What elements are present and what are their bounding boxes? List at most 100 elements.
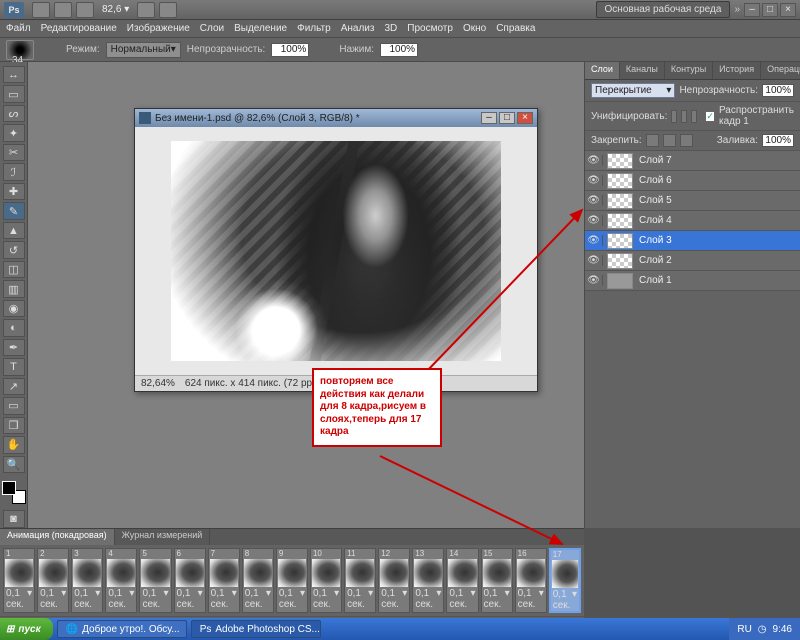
frame-duration[interactable]: 0,1 сек.▾ xyxy=(4,588,34,610)
frame-duration[interactable]: 0,1 сек.▾ xyxy=(243,588,273,610)
frame-duration[interactable]: 0,1 сек.▾ xyxy=(140,588,170,610)
quickmask-icon[interactable]: ◙ xyxy=(3,510,25,527)
animation-frame[interactable]: 70,1 сек.▾ xyxy=(208,548,240,613)
lock-all-icon[interactable] xyxy=(680,134,693,147)
crop-tool-icon[interactable]: ✂ xyxy=(3,144,25,161)
layer-row[interactable]: 👁 Слой 5 xyxy=(585,191,800,211)
layer-opacity-input[interactable]: 100% xyxy=(762,84,794,97)
airbrush-icon[interactable] xyxy=(424,42,442,58)
doc-minimize-icon[interactable]: – xyxy=(481,112,497,124)
layer-row[interactable]: 👁 Слой 3 xyxy=(585,231,800,251)
layer-thumbnail[interactable] xyxy=(607,273,633,289)
document-canvas[interactable] xyxy=(135,127,537,375)
blur-tool-icon[interactable]: ◉ xyxy=(3,300,25,317)
layer-name[interactable]: Слой 6 xyxy=(637,175,672,186)
frame-duration[interactable]: 0,1 сек.▾ xyxy=(38,588,68,610)
visibility-icon[interactable]: 👁 xyxy=(585,255,603,266)
layer-thumbnail[interactable] xyxy=(607,213,633,229)
heal-tool-icon[interactable]: ✚ xyxy=(3,183,25,200)
tab-paths[interactable]: Контуры xyxy=(665,62,713,79)
animation-frame[interactable]: 30,1 сек.▾ xyxy=(71,548,103,613)
animation-frame[interactable]: 100,1 сек.▾ xyxy=(310,548,342,613)
frame-duration[interactable]: 0,1 сек.▾ xyxy=(209,588,239,610)
menu-window[interactable]: Окно xyxy=(463,23,486,34)
opacity-input[interactable]: 100% xyxy=(271,43,309,57)
minimize-icon[interactable]: – xyxy=(744,3,760,17)
visibility-icon[interactable]: 👁 xyxy=(585,215,603,226)
marquee-tool-icon[interactable]: ▭ xyxy=(3,85,25,102)
tab-layers[interactable]: Слои xyxy=(585,62,620,79)
stamp-tool-icon[interactable]: ▲ xyxy=(3,222,25,239)
3d-tool-icon[interactable]: ❒ xyxy=(3,417,25,434)
brush-panel-icon[interactable] xyxy=(40,41,60,59)
tab-actions[interactable]: Операции xyxy=(761,62,800,79)
zoom-tool-icon[interactable] xyxy=(159,2,177,18)
animation-frame[interactable]: 160,1 сек.▾ xyxy=(515,548,547,613)
brush-tool-icon[interactable]: ✎ xyxy=(3,202,25,219)
eyedropper-tool-icon[interactable]: ℐ xyxy=(3,163,25,180)
frame-duration[interactable]: 0,1 сек.▾ xyxy=(175,588,205,610)
layer-row[interactable]: 👁Слой 6 xyxy=(585,171,800,191)
eraser-tool-icon[interactable]: ◫ xyxy=(3,261,25,278)
layer-name[interactable]: Слой 3 xyxy=(637,235,672,246)
menu-image[interactable]: Изображение xyxy=(127,23,190,34)
start-button[interactable]: ⊞пуск xyxy=(0,618,53,640)
visibility-icon[interactable]: 👁 xyxy=(585,155,603,166)
doc-maximize-icon[interactable]: □ xyxy=(499,112,515,124)
frame-duration[interactable]: 0,1 сек.▾ xyxy=(516,588,546,610)
layer-row[interactable]: 👁 Слой 4 xyxy=(585,211,800,231)
tab-history[interactable]: История xyxy=(713,62,761,79)
chevron-right-icon[interactable]: » xyxy=(734,4,740,15)
workspace-switcher[interactable]: Основная рабочая среда xyxy=(596,1,731,18)
lasso-tool-icon[interactable]: ᔕ xyxy=(3,105,25,122)
flow-input[interactable]: 100% xyxy=(380,43,418,57)
tab-channels[interactable]: Каналы xyxy=(620,62,665,79)
frame-duration[interactable]: 0,1 сек.▾ xyxy=(106,588,136,610)
visibility-icon[interactable]: 👁 xyxy=(585,235,603,246)
frame-duration[interactable]: 0,1 сек.▾ xyxy=(345,588,375,610)
layer-thumbnail[interactable] xyxy=(607,253,633,269)
task-browser[interactable]: 🌐Доброе утро!. Обсу... xyxy=(57,620,187,638)
tab-animation[interactable]: Анимация (покадровая) xyxy=(0,529,115,545)
animation-frame[interactable]: 120,1 сек.▾ xyxy=(378,548,410,613)
menu-help[interactable]: Справка xyxy=(496,23,535,34)
animation-frame[interactable]: 60,1 сек.▾ xyxy=(174,548,206,613)
hand-tool-icon[interactable] xyxy=(137,2,155,18)
gradient-tool-icon[interactable]: ▥ xyxy=(3,280,25,297)
layer-name[interactable]: Слой 4 xyxy=(637,215,672,226)
lock-position-icon[interactable] xyxy=(663,134,676,147)
animation-frame[interactable]: 170,1 сек.▾ xyxy=(549,548,581,613)
visibility-icon[interactable]: 👁 xyxy=(585,195,603,206)
frame-duration[interactable]: 0,1 сек.▾ xyxy=(72,588,102,610)
layer-row[interactable]: 👁 Слой 7 xyxy=(585,151,800,171)
menu-3d[interactable]: 3D xyxy=(384,23,397,34)
layer-name[interactable]: Слой 7 xyxy=(637,155,672,166)
doc-dimensions[interactable]: 624 пикс. x 414 пикс. (72 ppi) xyxy=(185,378,318,389)
doc-close-icon[interactable]: × xyxy=(517,112,533,124)
zoom-display[interactable]: 82,6 ▾ xyxy=(102,4,129,15)
doc-zoom-value[interactable]: 82,64% xyxy=(141,378,175,389)
dodge-tool-icon[interactable]: ◐ xyxy=(3,319,25,336)
mini-bridge-icon[interactable] xyxy=(54,2,72,18)
menu-view[interactable]: Просмотр xyxy=(407,23,453,34)
animation-frame[interactable]: 10,1 сек.▾ xyxy=(3,548,35,613)
unify-style-icon[interactable] xyxy=(691,110,697,123)
blend-mode-layer-select[interactable]: Перекрытие▾ xyxy=(591,83,675,98)
pressure-opacity-icon[interactable] xyxy=(315,42,333,58)
layer-name[interactable]: Слой 1 xyxy=(637,275,672,286)
clock[interactable]: 9:46 xyxy=(773,624,792,635)
blend-mode-select[interactable]: Нормальный▾ xyxy=(106,42,181,58)
zoom-tool-toolbox-icon[interactable]: 🔍 xyxy=(3,456,25,473)
menu-analysis[interactable]: Анализ xyxy=(341,23,375,34)
path-tool-icon[interactable]: ↗ xyxy=(3,378,25,395)
pressure-size-icon[interactable] xyxy=(448,42,466,58)
animation-frame[interactable]: 80,1 сек.▾ xyxy=(242,548,274,613)
animation-frame[interactable]: 140,1 сек.▾ xyxy=(446,548,478,613)
frame-duration[interactable]: 0,1 сек.▾ xyxy=(413,588,443,610)
visibility-icon[interactable]: 👁 xyxy=(585,275,603,286)
task-photoshop[interactable]: PsAdobe Photoshop CS... xyxy=(191,620,321,638)
frame-duration[interactable]: 0,1 сек.▾ xyxy=(379,588,409,610)
animation-frame[interactable]: 90,1 сек.▾ xyxy=(276,548,308,613)
layer-name[interactable]: Слой 5 xyxy=(637,195,672,206)
unify-position-icon[interactable] xyxy=(671,110,677,123)
